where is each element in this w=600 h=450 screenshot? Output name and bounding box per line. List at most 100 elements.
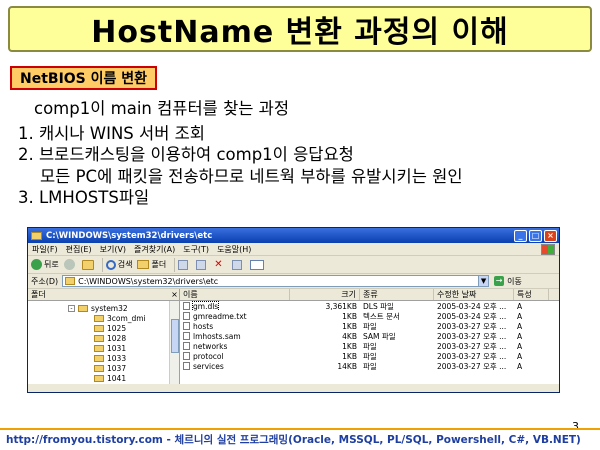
menu-help[interactable]: 도움말(H)	[217, 244, 251, 255]
tree-item-label: 1025	[107, 323, 127, 333]
file-icon	[183, 332, 190, 340]
search-button[interactable]: 검색	[105, 259, 133, 270]
step-2: 2. 브로드캐스팅을 이용하여 comp1이 응답요청	[18, 145, 354, 164]
file-type: 텍스트 문서	[363, 311, 400, 321]
address-bar: 주소(D) C:\WINDOWS\system32\drivers\etc ▼ …	[28, 274, 559, 289]
menu-view[interactable]: 보기(V)	[100, 244, 126, 255]
file-row[interactable]: gm.dls 3,361KB DLS 파일 2005-03-24 오후 ... …	[180, 301, 559, 311]
menu-bar: 파일(F) 편집(E) 보기(V) 즐겨찾기(A) 도구(T) 도움말(H)	[28, 243, 559, 256]
menu-tools[interactable]: 도구(T)	[183, 244, 209, 255]
address-value: C:\WINDOWS\system32\drivers\etc	[78, 276, 219, 286]
folder-icon	[94, 354, 104, 362]
minimize-button[interactable]: _	[514, 229, 527, 242]
go-label: 이동	[507, 276, 522, 286]
collapse-icon[interactable]: -	[68, 304, 75, 312]
file-attr: A	[517, 301, 523, 311]
tree-item[interactable]: - system32	[28, 303, 179, 313]
file-icon	[183, 302, 190, 310]
close-button[interactable]: ×	[544, 229, 557, 242]
file-icon	[183, 362, 190, 370]
folders-label: 폴더	[151, 260, 167, 269]
file-date: 2003-03-27 오후 ...	[437, 341, 507, 351]
file-date: 2003-03-27 오후 ...	[437, 331, 507, 341]
footer-divider	[0, 428, 600, 430]
delete-button[interactable]: ✕	[214, 259, 227, 270]
column-header-date[interactable]: 수정한 날짜	[434, 289, 514, 300]
forward-arrow-icon	[63, 259, 75, 270]
tree-item-label: 1033	[107, 353, 127, 363]
scrollbar-thumb[interactable]	[171, 319, 179, 353]
folders-button[interactable]: 폴더	[137, 259, 166, 270]
file-size: 14KB	[337, 361, 357, 371]
views-icon	[250, 259, 265, 270]
tree-item-label: 1037	[107, 363, 127, 373]
file-name: networks	[193, 341, 228, 351]
tree-item-label: 1041	[107, 373, 127, 383]
file-list-header: 이름 크기 종류 수정한 날짜 특성	[180, 289, 559, 301]
file-size: 4KB	[342, 331, 357, 341]
up-button[interactable]	[81, 259, 94, 270]
folder-icon	[94, 324, 104, 332]
file-size: 1KB	[342, 351, 357, 361]
chevron-down-icon[interactable]: ▼	[478, 276, 489, 286]
file-row[interactable]: lmhosts.sam 4KB SAM 파일 2003-03-27 오후 ...…	[180, 331, 559, 341]
menu-favorites[interactable]: 즐겨찾기(A)	[134, 244, 175, 255]
file-date: 2005-03-24 오후 ...	[437, 311, 507, 321]
file-attr: A	[517, 351, 523, 361]
views-button[interactable]	[250, 259, 267, 270]
move-to-button[interactable]	[178, 259, 191, 270]
forward-button[interactable]	[63, 259, 77, 270]
file-type: SAM 파일	[363, 331, 396, 341]
tree-item-label: system32	[91, 303, 128, 313]
close-icon[interactable]: ×	[170, 290, 179, 299]
folder-icon	[94, 374, 104, 382]
tree-item[interactable]: 3com_dmi	[28, 313, 179, 323]
column-header-attributes[interactable]: 특성	[514, 289, 549, 300]
tree-item[interactable]: 1031	[28, 343, 179, 353]
slide: HostName 변환 과정의 이해 NetBIOS 이름 변환 comp1이 …	[0, 0, 600, 450]
folder-pane-scrollbar[interactable]	[169, 301, 179, 384]
folder-tree: - system32 3com_dmi 1025 1028 1031 1033 …	[28, 301, 179, 383]
file-list-pane: 이름 크기 종류 수정한 날짜 특성 gm.dls 3,361KB DLS 파일…	[180, 289, 559, 384]
folder-icon	[65, 277, 76, 285]
column-header-size[interactable]: 크기	[290, 289, 360, 300]
go-button[interactable]: → 이동	[494, 276, 522, 287]
tree-item[interactable]: 1028	[28, 333, 179, 343]
explorer-window: C:\WINDOWS\system32\drivers\etc _ □ × 파일…	[27, 227, 560, 393]
copy-to-button[interactable]	[196, 259, 209, 270]
tree-item[interactable]: 1025	[28, 323, 179, 333]
section-subtitle: NetBIOS 이름 변환	[10, 66, 158, 90]
menu-file[interactable]: 파일(F)	[32, 244, 58, 255]
file-name: lmhosts.sam	[193, 331, 241, 341]
search-label: 검색	[117, 260, 133, 269]
go-arrow-icon: →	[494, 276, 505, 286]
file-row[interactable]: networks 1KB 파일 2003-03-27 오후 ... A	[180, 341, 559, 351]
column-header-name[interactable]: 이름	[180, 289, 290, 300]
tree-item[interactable]: 1041	[28, 373, 179, 383]
file-row[interactable]: hosts 1KB 파일 2003-03-27 오후 ... A	[180, 321, 559, 331]
file-type: 파일	[363, 341, 377, 351]
tree-item[interactable]: 1037	[28, 363, 179, 373]
undo-button[interactable]	[232, 259, 245, 270]
explorer-titlebar[interactable]: C:\WINDOWS\system32\drivers\etc _ □ ×	[28, 228, 559, 243]
file-type: 파일	[363, 351, 377, 361]
menu-edit[interactable]: 편집(E)	[66, 244, 92, 255]
file-row[interactable]: protocol 1KB 파일 2003-03-27 오후 ... A	[180, 351, 559, 361]
file-name: protocol	[193, 351, 224, 361]
file-icon	[183, 352, 190, 360]
file-size: 3,361KB	[325, 301, 357, 311]
file-row[interactable]: gmreadme.txt 1KB 텍스트 문서 2005-03-24 오후 ..…	[180, 311, 559, 321]
move-to-icon	[178, 259, 189, 270]
back-arrow-icon	[31, 259, 42, 270]
maximize-button[interactable]: □	[529, 229, 542, 242]
column-header-type[interactable]: 종류	[360, 289, 434, 300]
back-button[interactable]: 뒤로	[31, 259, 59, 270]
file-attr: A	[517, 321, 523, 331]
footer-link[interactable]: http://fromyou.tistory.com - 체르니의 실전 프로그…	[6, 432, 581, 447]
tree-item[interactable]: 1033	[28, 353, 179, 363]
file-row[interactable]: services 14KB 파일 2003-03-27 오후 ... A	[180, 361, 559, 371]
folder-pane-header: 폴더 ×	[28, 289, 179, 301]
address-input[interactable]: C:\WINDOWS\system32\drivers\etc ▼	[62, 275, 490, 287]
file-attr: A	[517, 331, 523, 341]
folders-icon	[137, 260, 150, 269]
